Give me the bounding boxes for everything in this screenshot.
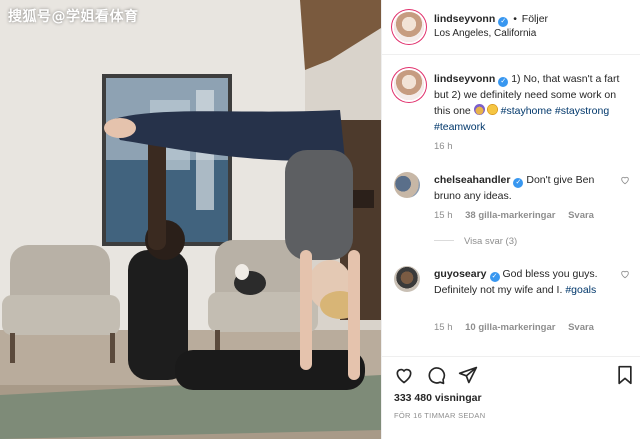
view-replies-label: Visa svar (3) — [464, 236, 518, 247]
verified-badge-icon: ✓ — [498, 17, 509, 27]
comment-meta: 15 h 38 gilla-markeringar Svara — [434, 210, 604, 221]
post-photo[interactable]: 搜狐号@学姐看体育 — [0, 0, 381, 439]
post-location[interactable]: Los Angeles, California — [434, 28, 536, 39]
commenter-avatar[interactable] — [394, 266, 420, 292]
reply-button[interactable]: Svara — [568, 322, 594, 333]
emoji-laugh-icon — [486, 104, 498, 115]
verified-badge-icon: ✓ — [513, 178, 524, 188]
comment-timestamp[interactable]: 15 h — [434, 322, 453, 333]
author-avatar[interactable] — [394, 12, 424, 42]
caption-timestamp[interactable]: 16 h — [434, 141, 453, 152]
save-bookmark-icon[interactable] — [615, 365, 635, 385]
instagram-post-modal: 搜狐号@学姐看体育 lindseyvonn ✓ • Följer Los Ange… — [0, 0, 640, 439]
commenter-username[interactable]: chelseahandler — [434, 174, 510, 186]
hashtag-link[interactable]: #staystrong — [555, 105, 609, 117]
comments-list[interactable]: lindseyvonn ✓ 1) No, that wasn't a fart b… — [382, 56, 640, 356]
like-heart-icon[interactable] — [394, 365, 414, 385]
caption-author-username[interactable]: lindseyvonn — [434, 73, 495, 85]
separator-dot: • — [513, 13, 517, 25]
post-timestamp[interactable]: FÖR 16 TIMMAR SEDAN — [394, 411, 485, 420]
post-side-panel: lindseyvonn ✓ • Följer Los Angeles, Calif… — [381, 0, 640, 439]
like-comment-heart-icon[interactable] — [620, 175, 630, 185]
comment-meta: 15 h 10 gilla-markeringar Svara — [434, 322, 604, 333]
emoji-person-icon — [473, 104, 485, 115]
like-comment-heart-icon[interactable] — [620, 269, 630, 279]
hashtag-link[interactable]: #teamwork — [434, 121, 485, 133]
yoga-scene-illustration — [0, 0, 381, 439]
watermark-text: 搜狐号@学姐看体育 — [8, 9, 139, 25]
share-paper-plane-icon[interactable] — [458, 365, 478, 385]
author-line: lindseyvonn ✓ • Följer — [434, 13, 548, 27]
comment-bubble-icon[interactable] — [426, 365, 446, 385]
view-count[interactable]: 333 480 visningar — [394, 392, 482, 404]
comment-likes[interactable]: 38 gilla-markeringar — [465, 210, 555, 221]
verified-badge-icon: ✓ — [489, 272, 500, 282]
post-header: lindseyvonn ✓ • Följer Los Angeles, Calif… — [382, 0, 640, 55]
caption-author-avatar[interactable] — [394, 70, 424, 100]
hashtag-link[interactable]: #stayhome — [501, 105, 552, 117]
comment-timestamp[interactable]: 15 h — [434, 210, 453, 221]
commenter-avatar[interactable] — [394, 172, 420, 198]
following-button[interactable]: Följer — [522, 13, 548, 25]
hashtag-link[interactable]: #goals — [565, 284, 596, 296]
replies-divider — [434, 240, 454, 241]
author-username[interactable]: lindseyvonn — [434, 13, 495, 25]
verified-badge-icon: ✓ — [498, 77, 509, 87]
post-actions: 333 480 visningar FÖR 16 TIMMAR SEDAN — [382, 356, 640, 439]
reply-button[interactable]: Svara — [568, 210, 594, 221]
comment-body: chelseahandler ✓ Don't give Ben bruno any… — [434, 172, 622, 204]
comment-body: guyoseary ✓ God bless you guys. Definitel… — [434, 266, 622, 298]
commenter-username[interactable]: guyoseary — [434, 268, 487, 280]
comment-likes[interactable]: 10 gilla-markeringar — [465, 322, 555, 333]
view-replies-button[interactable]: Visa svar (3) — [434, 236, 517, 247]
caption-text: lindseyvonn ✓ 1) No, that wasn't a fart b… — [434, 71, 620, 135]
